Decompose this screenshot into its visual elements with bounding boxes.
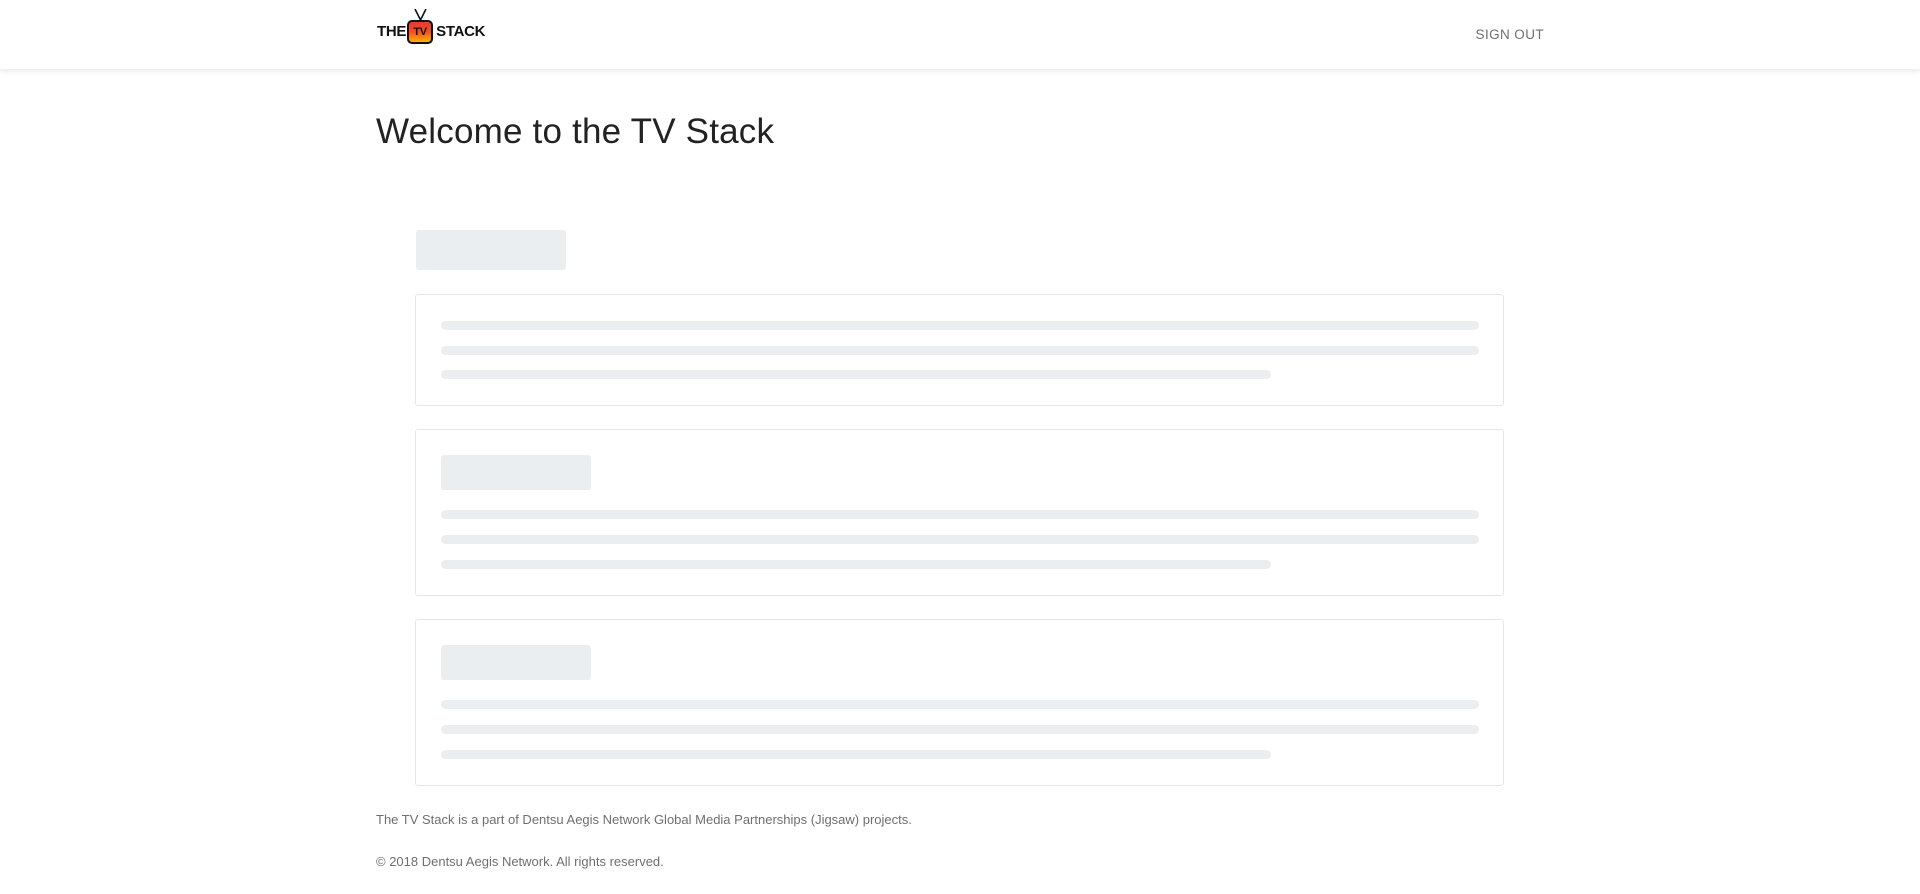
skeleton-card	[415, 619, 1504, 786]
skeleton-card	[415, 429, 1504, 596]
skeleton-line	[441, 321, 1479, 330]
footer-disclaimer: The TV Stack is a part of Dentsu Aegis N…	[376, 812, 912, 827]
skeleton-line	[441, 346, 1479, 355]
page-title: Welcome to the TV Stack	[376, 112, 775, 151]
skeleton-heading	[416, 230, 566, 270]
skeleton-line	[441, 535, 1479, 544]
skeleton-line	[441, 560, 1271, 569]
logo-text-stack: STACK	[436, 22, 486, 40]
tv-stack-logo[interactable]: THE TV STACK	[377, 9, 497, 52]
skeleton-line	[441, 510, 1479, 519]
sign-out-link[interactable]: SIGN OUT	[1476, 27, 1544, 42]
skeleton-line	[441, 750, 1271, 759]
skeleton-card-title	[441, 645, 591, 680]
top-navbar: THE TV STACK SIGN OUT	[0, 0, 1920, 69]
logo-text-tv: TV	[407, 20, 434, 44]
footer-copyright: © 2018 Dentsu Aegis Network. All rights …	[376, 854, 664, 869]
skeleton-line	[441, 370, 1271, 379]
tv-icon: TV	[407, 9, 435, 46]
skeleton-line	[441, 700, 1479, 709]
skeleton-card-title	[441, 455, 591, 490]
logo-text-the: THE	[377, 22, 407, 40]
skeleton-card	[415, 294, 1504, 406]
skeleton-line	[441, 725, 1479, 734]
